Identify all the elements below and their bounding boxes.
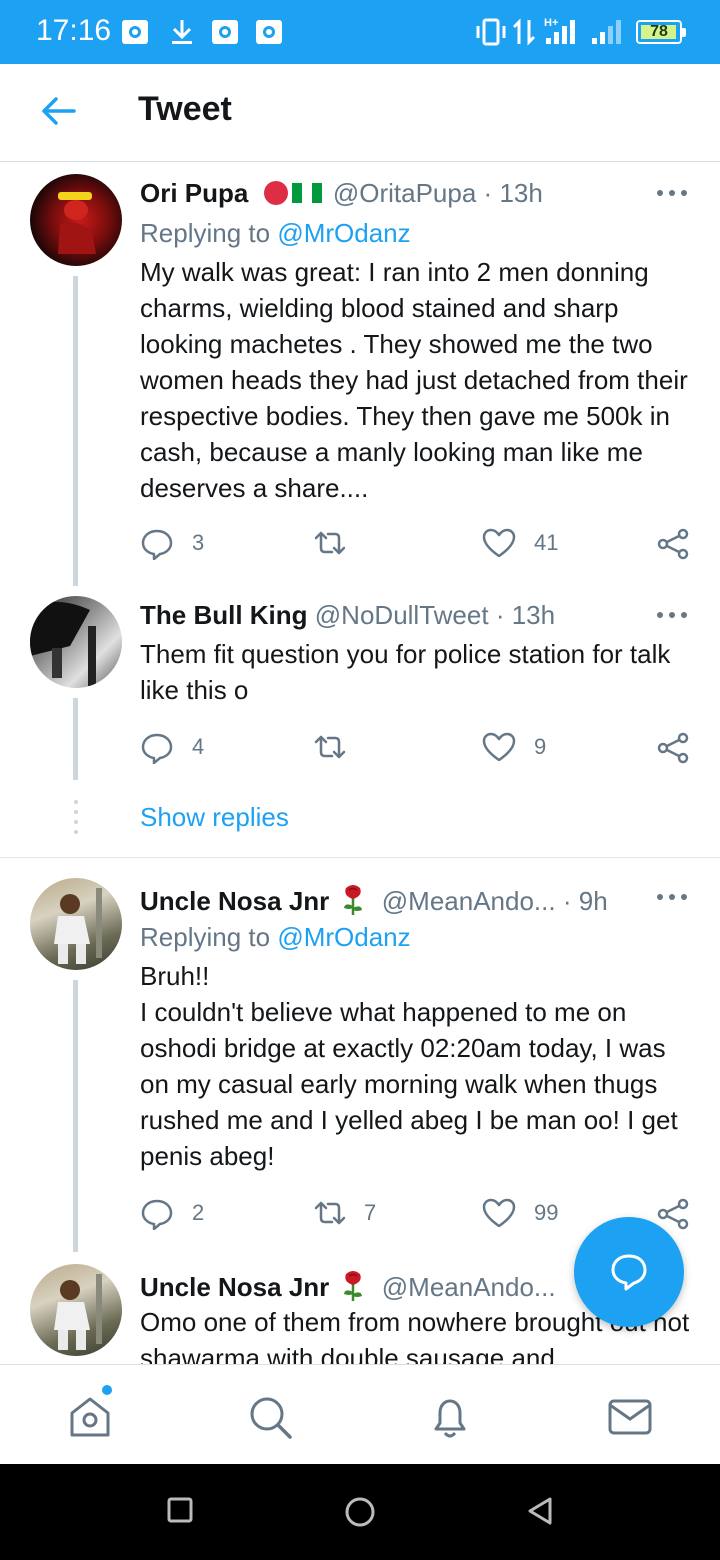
timestamp: 9h	[578, 886, 608, 916]
rose-emoji	[343, 1271, 362, 1301]
back-triangle-icon[interactable]	[526, 1496, 554, 1526]
avatar[interactable]	[30, 1264, 122, 1356]
red-circle-nigeria-flag-emoji	[263, 181, 322, 205]
new-content-dot	[102, 1385, 112, 1395]
replying-to-link[interactable]: @MrOdanz	[277, 218, 410, 248]
heart-icon	[482, 732, 516, 762]
page-title: Tweet	[138, 90, 232, 128]
rose-emoji	[343, 885, 362, 915]
retweet-icon	[314, 735, 346, 759]
signal-icon: H+	[544, 17, 575, 44]
reply-icon	[141, 1199, 173, 1230]
mail-icon[interactable]	[606, 1393, 654, 1441]
speech-bubble-icon	[611, 1254, 647, 1291]
vibrate-icon	[476, 18, 506, 46]
bottom-nav	[0, 1364, 720, 1464]
tweet-actions: 3 41	[0, 522, 720, 562]
arrow-left-icon[interactable]	[38, 94, 78, 128]
avatar[interactable]	[30, 174, 122, 266]
share-icon	[657, 732, 689, 764]
download-icon	[172, 20, 192, 44]
retweet-icon	[314, 1201, 346, 1225]
replying-to: Replying to @MrOdanz	[140, 218, 411, 248]
system-navigation-bar	[0, 1464, 720, 1560]
network-type: H+	[544, 17, 558, 29]
reply-icon	[141, 529, 173, 560]
data-arrows-icon	[512, 18, 536, 46]
avatar[interactable]	[30, 878, 122, 970]
heart-icon	[482, 528, 516, 558]
battery-level: 78	[650, 23, 668, 40]
tweet-text: Bruh!! I couldn't believe what happened …	[140, 961, 678, 1171]
reply-count: 3	[192, 530, 205, 555]
handle: @NoDullTweet	[314, 600, 489, 630]
timestamp: 13h	[511, 600, 556, 630]
avatar[interactable]	[30, 596, 122, 688]
battery-icon: 78	[636, 20, 686, 44]
replying-to: Replying to @MrOdanz	[140, 922, 411, 952]
reply-count: 2	[192, 1200, 205, 1225]
signal-icon-2	[592, 20, 621, 44]
like-count: 41	[534, 530, 559, 555]
retweet-icon	[314, 531, 346, 555]
tweet-header: Uncle Nosa Jnr @MeanAndo... · 9h	[140, 882, 608, 917]
home-circle-icon[interactable]	[344, 1496, 376, 1528]
tweet-actions: 4 9	[0, 726, 720, 766]
avatar-image	[30, 601, 96, 686]
heart-icon	[482, 1198, 516, 1228]
tweet-text: My walk was great: I ran into 2 men donn…	[140, 257, 688, 503]
notification-icon	[256, 20, 282, 44]
like-count: 9	[534, 734, 547, 759]
display-name[interactable]: The Bull King	[140, 600, 308, 630]
tweet-text: Them fit question you for police station…	[140, 639, 671, 705]
tweet-header: Uncle Nosa Jnr @MeanAndo...	[140, 1268, 556, 1303]
share-icon	[657, 1198, 689, 1230]
status-bar: 17:16 H+ 78	[0, 0, 720, 64]
compose-reply-button[interactable]	[574, 1217, 684, 1327]
tweet-header: Ori Pupa @OritaPupa · 13h	[140, 178, 543, 208]
like-count: 99	[534, 1200, 559, 1225]
retweet-count: 7	[364, 1200, 377, 1225]
app-header: Tweet	[0, 64, 720, 162]
avatar-image	[54, 888, 102, 964]
share-icon	[657, 528, 689, 560]
reply-icon	[141, 733, 173, 764]
tweet-header: The Bull King @NoDullTweet · 13h	[140, 600, 556, 630]
divider	[0, 857, 720, 858]
timestamp: 13h	[499, 178, 543, 208]
handle: @MeanAndo...	[381, 886, 556, 916]
notification-icon	[212, 20, 238, 44]
replying-to-link[interactable]: @MrOdanz	[277, 922, 410, 952]
recent-apps-icon[interactable]	[166, 1496, 194, 1524]
more-options-icon[interactable]	[657, 610, 687, 620]
reply-count: 4	[192, 734, 205, 759]
avatar-image	[54, 1274, 102, 1350]
search-icon[interactable]	[246, 1393, 294, 1441]
show-replies-link[interactable]: Show replies	[140, 802, 289, 833]
display-name[interactable]: Uncle Nosa Jnr	[140, 886, 329, 916]
notification-icon	[122, 20, 148, 44]
handle: @MeanAndo...	[381, 1272, 556, 1302]
handle: @OritaPupa	[332, 178, 477, 208]
home-icon[interactable]	[66, 1393, 114, 1441]
display-name[interactable]: Ori Pupa	[140, 178, 248, 208]
display-name[interactable]: Uncle Nosa Jnr	[140, 1272, 329, 1302]
more-options-icon[interactable]	[657, 892, 687, 902]
bell-icon[interactable]	[426, 1393, 474, 1441]
avatar-image	[58, 192, 96, 254]
thread-dots	[74, 800, 78, 834]
more-options-icon[interactable]	[657, 188, 687, 198]
status-time: 17:16	[36, 14, 112, 47]
